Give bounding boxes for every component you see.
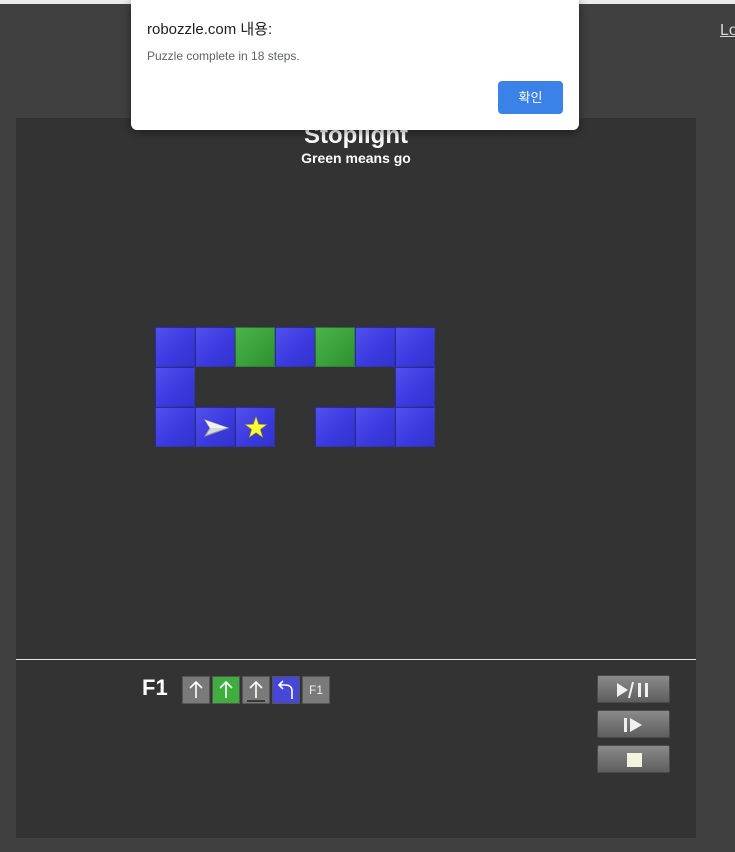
step-button[interactable] xyxy=(597,710,670,738)
forward-arrow-icon xyxy=(219,680,233,698)
board-tile-blue xyxy=(155,327,195,367)
play-pause-icon xyxy=(617,681,648,699)
program-slot[interactable] xyxy=(182,676,210,704)
dialog-message: Puzzle complete in 18 steps. xyxy=(147,49,300,63)
board-tile-blue xyxy=(275,327,315,367)
alert-dialog: robozzle.com 내용: Puzzle complete in 18 s… xyxy=(131,0,579,130)
robot-ship-icon xyxy=(203,419,230,437)
dialog-ok-button[interactable]: 확인 xyxy=(498,81,563,114)
board-tile-green xyxy=(235,327,275,367)
function-call-label: F1 xyxy=(308,683,323,697)
board-tile-blue xyxy=(315,407,355,447)
board-tile-blue xyxy=(195,327,235,367)
program-slot[interactable] xyxy=(212,676,240,704)
program-divider xyxy=(16,659,696,660)
board-tile-blue xyxy=(355,407,395,447)
play-pause-button[interactable] xyxy=(597,675,670,703)
step-icon xyxy=(624,718,642,732)
forward-arrow-icon xyxy=(247,680,265,702)
forward-arrow-icon xyxy=(189,680,203,698)
turn-left-icon xyxy=(277,680,293,699)
board-tile-blue xyxy=(235,407,275,447)
stop-icon xyxy=(627,753,642,767)
board-tile-blue xyxy=(155,367,195,407)
program-slot[interactable] xyxy=(242,676,270,704)
board-tile-blue xyxy=(395,367,435,407)
board-tile-blue xyxy=(395,407,435,447)
puzzle-subtitle: Green means go xyxy=(301,150,411,166)
puzzle-stage: Stoplight Green means go F1 F1 xyxy=(16,118,696,838)
function-label: F1 xyxy=(142,675,168,700)
board-tile-blue xyxy=(395,327,435,367)
star-icon xyxy=(244,416,268,438)
dialog-title: robozzle.com 내용: xyxy=(147,21,273,38)
stop-button[interactable] xyxy=(597,745,670,773)
board-tile-blue xyxy=(355,327,395,367)
program-slot[interactable]: F1 xyxy=(302,676,330,704)
login-link[interactable]: Lo xyxy=(720,22,735,40)
board-tile-blue xyxy=(195,407,235,447)
program-slot[interactable] xyxy=(272,676,300,704)
board-tile-blue xyxy=(155,407,195,447)
board-tile-green xyxy=(315,327,355,367)
